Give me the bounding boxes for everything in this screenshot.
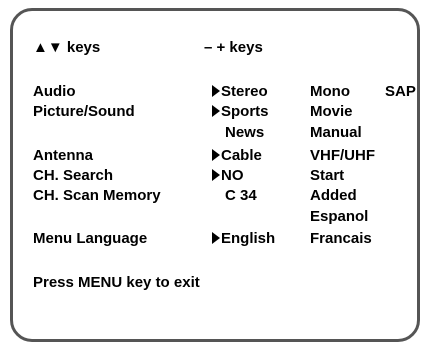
selection-arrow-icon	[212, 149, 220, 161]
selection-arrow-icon	[212, 169, 220, 181]
language-option-francais[interactable]: Francais	[310, 230, 372, 247]
audio-option-mono[interactable]: Mono	[310, 83, 350, 100]
ch-search-option-start[interactable]: Start	[310, 167, 344, 184]
menu-item-menu-language[interactable]: Menu Language	[33, 230, 147, 247]
exit-hint: Press MENU key to exit	[33, 274, 200, 291]
picture-sound-selected-value[interactable]: Sports	[212, 103, 269, 120]
menu-item-antenna[interactable]: Antenna	[33, 147, 93, 164]
language-option-espanol[interactable]: Espanol	[310, 208, 368, 225]
menu-item-ch-scan-memory[interactable]: CH. Scan Memory	[33, 187, 161, 204]
menu-item-picture-sound[interactable]: Picture/Sound	[33, 103, 135, 120]
ch-scan-memory-option-added[interactable]: Added	[310, 187, 357, 204]
selection-arrow-icon	[212, 232, 220, 244]
ch-search-selected-value[interactable]: NO	[212, 167, 244, 184]
audio-selected-label: Stereo	[221, 83, 268, 100]
antenna-option-vhf-uhf[interactable]: VHF/UHF	[310, 147, 375, 164]
menu-item-audio[interactable]: Audio	[33, 83, 76, 100]
audio-option-sap[interactable]: SAP	[385, 83, 416, 100]
ch-scan-memory-channel-value[interactable]: C 34	[225, 187, 257, 204]
audio-selected-value[interactable]: Stereo	[212, 83, 268, 100]
picture-sound-option-movie[interactable]: Movie	[310, 103, 353, 120]
selection-arrow-icon	[212, 105, 220, 117]
antenna-selected-label: Cable	[221, 147, 262, 164]
ch-search-selected-label: NO	[221, 167, 244, 184]
picture-sound-option-manual[interactable]: Manual	[310, 124, 362, 141]
menu-language-selected-value[interactable]: English	[212, 230, 275, 247]
updown-keys-hint: ▲▼ keys	[33, 39, 101, 56]
selection-arrow-icon	[212, 85, 220, 97]
plusminus-keys-hint: – + keys	[204, 39, 263, 56]
picture-sound-option-news[interactable]: News	[225, 124, 264, 141]
picture-sound-selected-label: Sports	[221, 103, 269, 120]
menu-language-selected-label: English	[221, 230, 276, 247]
antenna-selected-value[interactable]: Cable	[212, 147, 262, 164]
menu-item-ch-search[interactable]: CH. Search	[33, 167, 113, 184]
